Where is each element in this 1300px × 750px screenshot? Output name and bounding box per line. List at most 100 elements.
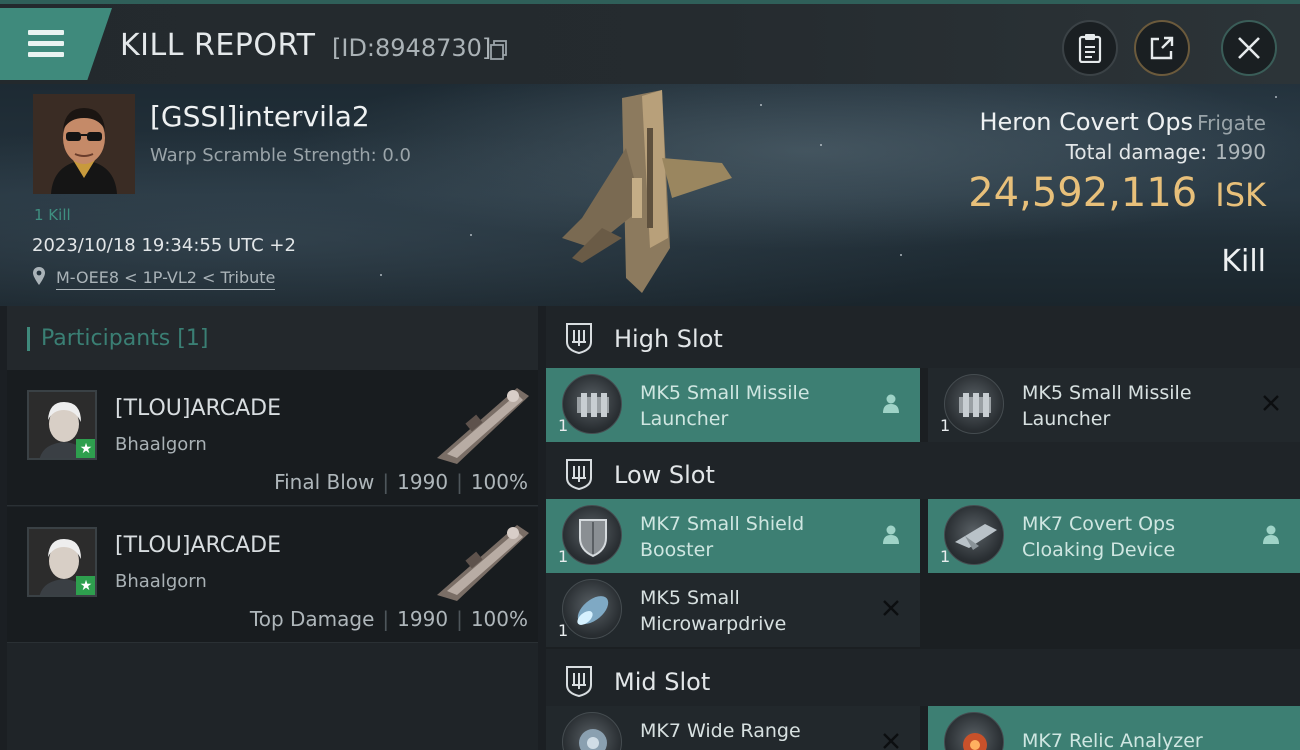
participant-damage: 1990 <box>397 470 449 494</box>
participant-percent: 100% <box>470 607 528 631</box>
report-type: Kill <box>1221 244 1266 279</box>
low-slot-header: Low Slot <box>546 442 1300 504</box>
participant-portrait[interactable]: ★ <box>27 527 97 597</box>
module-name: MK7 Relic Analyzer <box>1022 730 1203 750</box>
missile-launcher-icon <box>562 374 622 434</box>
close-icon <box>1238 37 1260 59</box>
participant-portrait[interactable]: ★ <box>27 390 97 460</box>
module-quantity: 1 <box>558 621 569 640</box>
fitting-panel: High Slot 1 MK5 Small Missile Launcher 1… <box>546 306 1300 750</box>
victim-banner: [GSSI]intervila2 Warp Scramble Strength:… <box>0 84 1300 306</box>
cloaking-device-icon <box>944 505 1004 565</box>
participant-ship: Bhaalgorn <box>115 434 207 455</box>
shield-booster-icon <box>562 505 622 565</box>
victim-ship[interactable]: Heron Covert Ops Frigate <box>979 108 1266 136</box>
menu-button[interactable] <box>0 8 112 80</box>
column-gap <box>920 706 928 750</box>
ship-class: Frigate <box>1197 111 1266 135</box>
participants-title: Participants [1] <box>41 326 209 351</box>
total-damage-value: 1990 <box>1215 140 1266 164</box>
victim-ship-render[interactable] <box>552 88 742 298</box>
header-bar: KILL REPORT [ID:8948730] <box>0 0 1300 84</box>
low-slot-icon <box>566 459 592 490</box>
module-quantity: 1 <box>558 547 569 566</box>
participant-row[interactable]: ★ [TLOU]ARCADE Bhaalgorn Final Blow | 1990… <box>7 370 538 506</box>
module-item[interactable]: 1 MK7 Covert Ops Cloaking Device <box>928 499 1300 573</box>
participant-role: Final Blow <box>274 470 375 494</box>
module-name: MK7 Small Shield Booster <box>640 513 805 561</box>
isk-unit: ISK <box>1215 176 1266 214</box>
participant-role: Top Damage <box>249 607 375 631</box>
hamburger-menu-icon <box>28 30 64 58</box>
participant-stats: Final Blow | 1990 | 100% <box>274 470 528 494</box>
warp-scramble-strength: Warp Scramble Strength: 0.0 <box>150 145 412 166</box>
clipboard-icon <box>1078 34 1102 63</box>
column-gap <box>920 368 928 442</box>
participant-ship-icon[interactable] <box>417 378 537 468</box>
relic-analyzer-icon <box>944 712 1004 750</box>
participants-header: Participants [1] <box>7 306 538 370</box>
destroyed-x-icon <box>1263 395 1279 411</box>
victim-kill-count: 1 Kill <box>34 206 71 224</box>
pilot-avatar <box>33 94 135 194</box>
page-title: KILL REPORT <box>120 28 316 63</box>
mid-slot-icon <box>566 666 592 697</box>
participants-panel: Participants [1] ★ [TLOU]ARCADE Bhaalgor… <box>7 306 538 750</box>
clipboard-button[interactable] <box>1062 20 1118 76</box>
destroyed-x-icon <box>883 733 899 749</box>
dropped-pilot-icon <box>883 525 899 544</box>
total-damage-label: Total damage: <box>1065 140 1208 164</box>
module-item[interactable]: MK7 Relic Analyzer <box>928 706 1300 750</box>
microwarpdrive-icon <box>562 579 622 639</box>
module-name: MK7 Covert Ops Cloaking Device <box>1022 513 1176 561</box>
high-slot-icon <box>566 323 592 354</box>
section-accent-bar <box>27 327 30 351</box>
module-item[interactable]: 1 MK5 Small Missile Launcher <box>928 368 1300 442</box>
participant-damage: 1990 <box>397 607 449 631</box>
target-painter-icon <box>562 712 622 750</box>
dropped-pilot-icon <box>883 394 899 413</box>
star-icon: ★ <box>76 576 95 595</box>
mid-slot-title: Mid Slot <box>614 668 711 696</box>
isk-amount: 24,592,116 <box>968 170 1198 216</box>
column-gap <box>920 499 928 573</box>
module-item[interactable]: MK7 Wide Range <box>546 706 920 750</box>
module-quantity: 1 <box>940 416 951 435</box>
high-slot-title: High Slot <box>614 325 723 353</box>
report-id: [ID:8948730] <box>332 34 492 62</box>
destroyed-x-icon <box>883 600 899 616</box>
star-icon: ★ <box>76 439 95 458</box>
participant-name[interactable]: [TLOU]ARCADE <box>115 533 281 558</box>
low-slot-title: Low Slot <box>614 461 715 489</box>
module-item[interactable]: 1 MK5 Small Microwarpdrive <box>546 573 920 647</box>
close-button[interactable] <box>1221 20 1277 76</box>
module-name: MK5 Small Microwarpdrive <box>640 587 787 635</box>
module-name: MK5 Small Missile Launcher <box>640 382 810 430</box>
module-name: MK5 Small Missile Launcher <box>1022 382 1192 430</box>
module-item[interactable]: 1 MK7 Small Shield Booster <box>546 499 920 573</box>
dropped-pilot-icon <box>1263 525 1279 544</box>
kill-location-link[interactable]: M-OEE8 < 1P-VL2 < Tribute <box>56 268 276 290</box>
module-item[interactable]: 1 MK5 Small Missile Launcher <box>546 368 920 442</box>
victim-portrait[interactable] <box>33 94 135 194</box>
module-quantity: 1 <box>558 416 569 435</box>
module-name: MK7 Wide Range <box>640 720 801 742</box>
share-external-icon <box>1150 36 1174 60</box>
participant-stats: Top Damage | 1990 | 100% <box>249 607 528 631</box>
participant-ship: Bhaalgorn <box>115 571 207 592</box>
share-button[interactable] <box>1134 20 1190 76</box>
participant-name[interactable]: [TLOU]ARCADE <box>115 396 281 421</box>
mid-slot-header: Mid Slot <box>546 649 1300 711</box>
participant-ship-icon[interactable] <box>417 515 537 605</box>
location-pin-icon <box>33 267 45 285</box>
kill-datetime: 2023/10/18 19:34:55 UTC +2 <box>32 235 296 256</box>
module-quantity: 1 <box>940 547 951 566</box>
participant-percent: 100% <box>470 470 528 494</box>
participant-row[interactable]: ★ [TLOU]ARCADE Bhaalgorn Top Damage | 1990… <box>7 507 538 643</box>
total-damage: Total damage: 1990 <box>1066 140 1266 164</box>
missile-launcher-icon <box>944 374 1004 434</box>
high-slot-header: High Slot <box>546 306 1300 368</box>
isk-value: 24,592,116 ISK <box>968 170 1266 216</box>
victim-name[interactable]: [GSSI]intervila2 <box>150 100 370 133</box>
copy-icon[interactable] <box>490 40 508 60</box>
